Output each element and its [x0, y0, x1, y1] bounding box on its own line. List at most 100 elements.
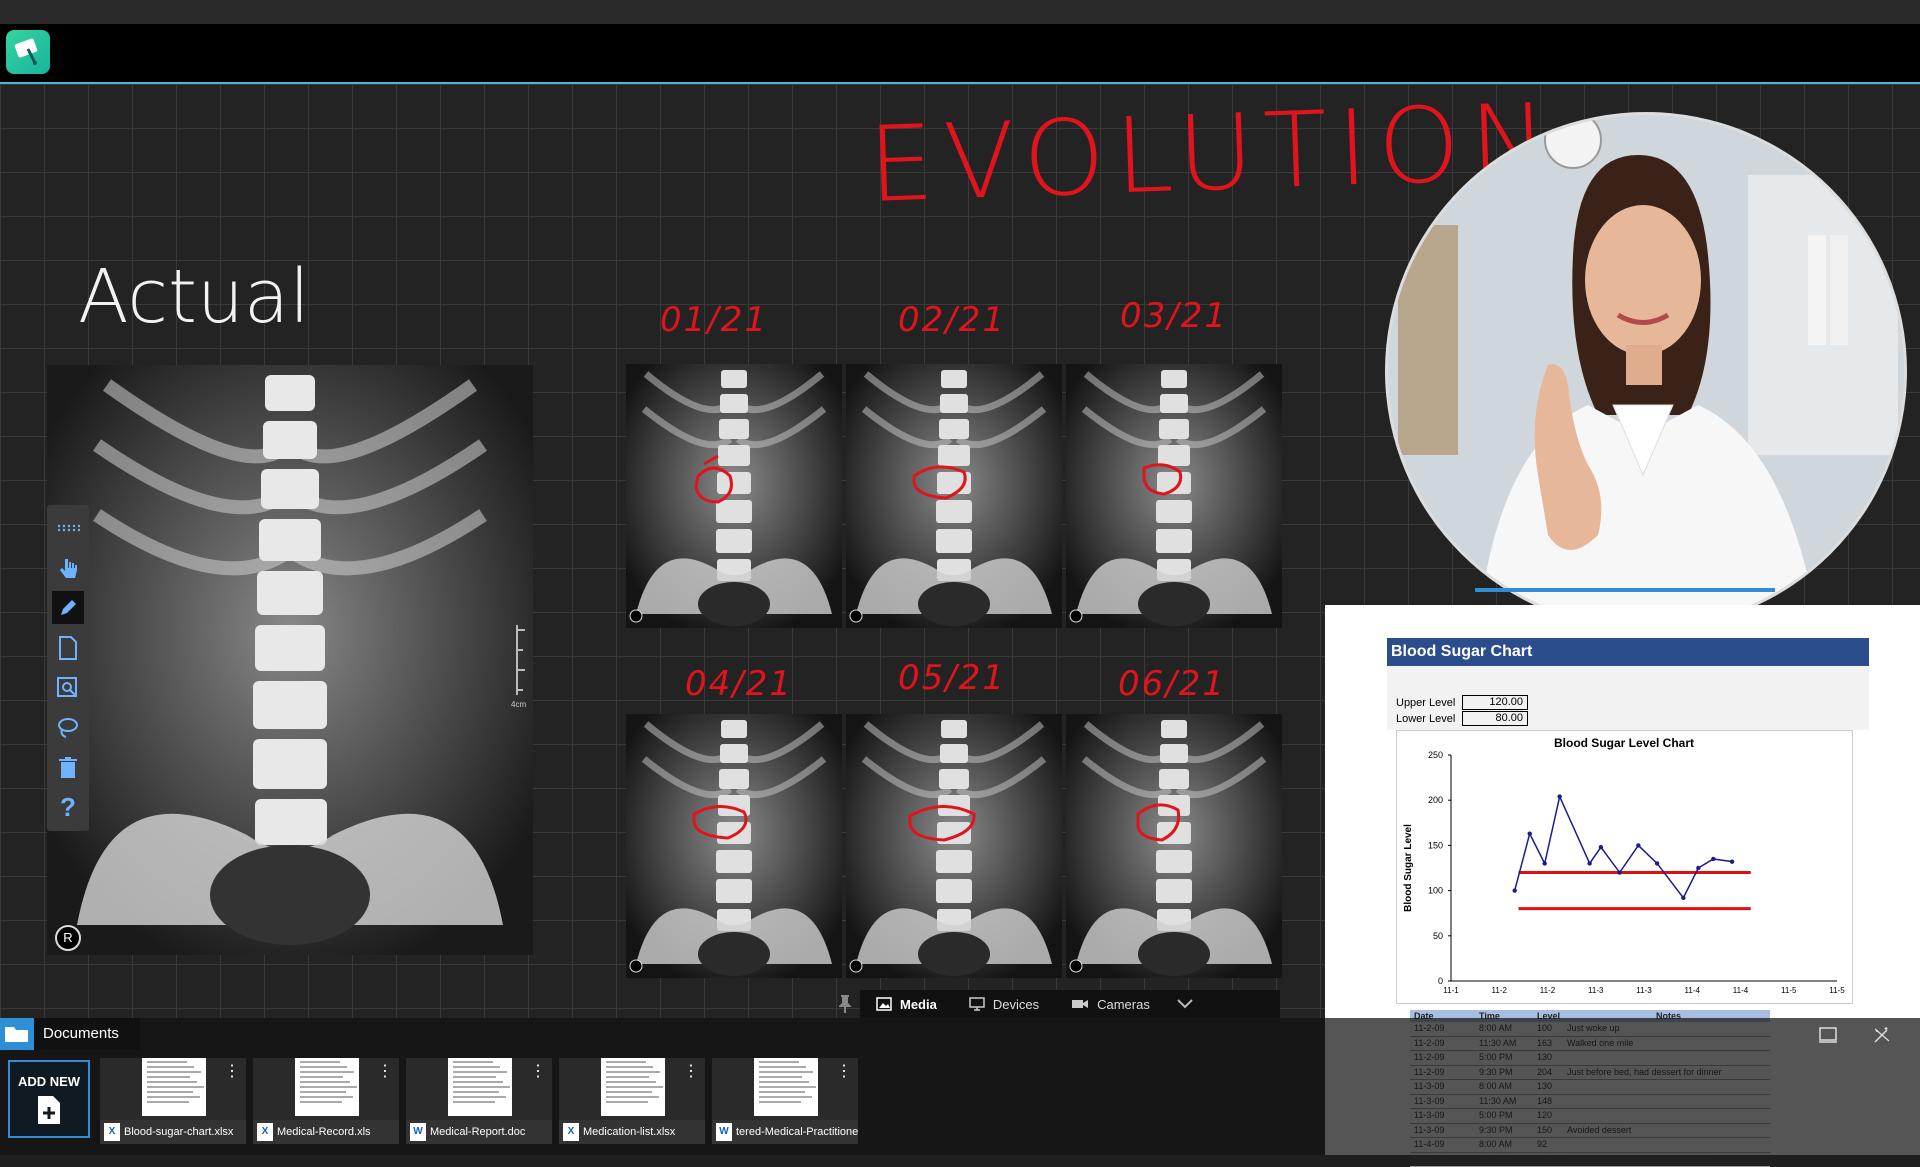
add-file-icon	[36, 1095, 62, 1125]
date-label-2: 02/21	[898, 300, 1006, 340]
x-tick-label: 11-5	[1781, 986, 1797, 995]
document-thumbnail	[754, 1058, 818, 1116]
more-options-icon[interactable]: ⋮	[836, 1064, 852, 1080]
tab-cameras-label: Cameras	[1097, 997, 1150, 1012]
documents-title: Documents	[43, 1018, 119, 1050]
document-label: W tered-Medical-Practitioner.d	[712, 1120, 858, 1144]
trash-icon[interactable]	[52, 751, 84, 784]
data-point	[1599, 845, 1603, 849]
data-point	[1681, 896, 1685, 900]
file-type-icon: X	[563, 1123, 579, 1141]
document-thumbnail	[448, 1058, 512, 1116]
x-tick-label: 11-1	[1443, 986, 1459, 995]
main-xray-image[interactable]: 4cm R	[47, 365, 533, 955]
drag-handle-icon[interactable]	[52, 511, 84, 544]
x-tick-label: 11-4	[1733, 986, 1749, 995]
more-options-icon[interactable]: ⋮	[377, 1064, 393, 1080]
data-point	[1636, 843, 1640, 847]
ruler-label: 4cm	[511, 700, 526, 709]
lasso-icon[interactable]	[52, 711, 84, 744]
data-point	[1587, 861, 1591, 865]
x-tick-label: 11-3	[1588, 986, 1604, 995]
data-point	[1542, 861, 1546, 865]
app-logo-icon[interactable]	[6, 30, 50, 74]
documents-tab[interactable]: Documents	[0, 1018, 140, 1050]
document-name: tered-Medical-Practitioner.d	[736, 1120, 858, 1144]
document-card[interactable]: ⋮ X Blood-sugar-chart.xlsx	[100, 1058, 246, 1144]
more-options-icon[interactable]: ⋮	[683, 1064, 699, 1080]
date-label-3: 03/21	[1120, 296, 1228, 336]
xray-thumb-1[interactable]	[626, 364, 842, 628]
file-type-icon: W	[410, 1123, 426, 1141]
drawing-toolbar: ?	[47, 505, 89, 831]
xray-thumb-6[interactable]	[1066, 714, 1282, 978]
zoom-area-icon[interactable]	[52, 671, 84, 704]
document-card[interactable]: ⋮ W tered-Medical-Practitioner.d	[712, 1058, 858, 1144]
data-point	[1513, 888, 1517, 892]
data-point	[1730, 859, 1734, 863]
orientation-marker-icon: R	[55, 925, 81, 951]
date-label-1: 01/21	[660, 300, 768, 340]
file-type-icon: X	[104, 1123, 120, 1141]
chart-title: Blood Sugar Level Chart	[1554, 736, 1694, 750]
document-card[interactable]: ⋮ W Medical-Report.doc	[406, 1058, 552, 1144]
presenter-camera-feed[interactable]	[1385, 112, 1907, 630]
magic-wand-icon[interactable]	[1872, 1026, 1892, 1049]
upper-level-label: Upper Level	[1396, 697, 1455, 709]
sheet-level-panel	[1387, 666, 1869, 730]
x-tick-label: 11-3	[1636, 986, 1652, 995]
help-icon[interactable]: ?	[52, 791, 84, 824]
lower-level-value[interactable]: 80.00	[1462, 711, 1528, 726]
camera-icon	[1071, 998, 1089, 1010]
blood-sugar-chart[interactable]: Blood Sugar Level ChartBlood Sugar Level…	[1396, 730, 1853, 1004]
select-hand-icon[interactable]	[52, 551, 84, 584]
document-label: X Medication-list.xlsx	[559, 1120, 705, 1144]
window-top-strip	[0, 0, 1920, 24]
document-label: X Medical-Record.xls	[253, 1120, 399, 1144]
xray-thumb-2[interactable]	[846, 364, 1062, 628]
chevron-down-icon[interactable]	[1176, 997, 1194, 1012]
media-tabs: Media Devices Cameras	[860, 990, 1280, 1018]
y-tick-label: 0	[1438, 976, 1443, 986]
document-icon[interactable]	[52, 631, 84, 664]
pin-icon[interactable]	[838, 994, 852, 1019]
add-new-label: ADD NEW	[10, 1074, 88, 1089]
data-point	[1711, 857, 1715, 861]
media-icon	[876, 997, 892, 1011]
upper-level-value[interactable]: 120.00	[1462, 695, 1528, 710]
y-tick-label: 200	[1428, 795, 1443, 805]
document-thumbnail	[295, 1058, 359, 1116]
document-label: X Blood-sugar-chart.xlsx	[100, 1120, 246, 1144]
file-type-icon: X	[257, 1123, 273, 1141]
lower-level-label: Lower Level	[1396, 713, 1455, 725]
document-thumbnail	[601, 1058, 665, 1116]
document-card[interactable]: ⋮ X Medical-Record.xls	[253, 1058, 399, 1144]
data-point	[1617, 870, 1621, 874]
xray-thumb-4[interactable]	[626, 714, 842, 978]
add-new-button[interactable]: ADD NEW	[8, 1060, 90, 1138]
more-options-icon[interactable]: ⋮	[530, 1064, 546, 1080]
folder-icon	[0, 1018, 34, 1050]
tab-devices[interactable]: Devices	[953, 990, 1055, 1018]
y-tick-label: 50	[1433, 931, 1443, 941]
data-point	[1557, 794, 1561, 798]
x-tick-label: 11-4	[1685, 986, 1701, 995]
y-tick-label: 250	[1428, 750, 1443, 760]
panel-toggle-icon[interactable]	[1818, 1026, 1838, 1049]
date-label-6: 06/21	[1118, 664, 1226, 704]
y-tick-label: 150	[1428, 840, 1443, 850]
tab-media-label: Media	[900, 997, 937, 1012]
tab-media[interactable]: Media	[860, 990, 953, 1018]
series-line	[1515, 797, 1732, 898]
document-card[interactable]: ⋮ X Medication-list.xlsx	[559, 1058, 705, 1144]
actual-label: Actual	[78, 254, 310, 340]
y-tick-label: 100	[1428, 886, 1443, 896]
xray-thumb-5[interactable]	[846, 714, 1062, 978]
file-type-icon: W	[716, 1123, 732, 1141]
pen-icon[interactable]	[52, 591, 84, 624]
app-header	[0, 24, 1920, 84]
tab-cameras[interactable]: Cameras	[1055, 990, 1166, 1018]
more-options-icon[interactable]: ⋮	[224, 1064, 240, 1080]
data-point	[1655, 861, 1659, 865]
xray-thumb-3[interactable]	[1066, 364, 1282, 628]
